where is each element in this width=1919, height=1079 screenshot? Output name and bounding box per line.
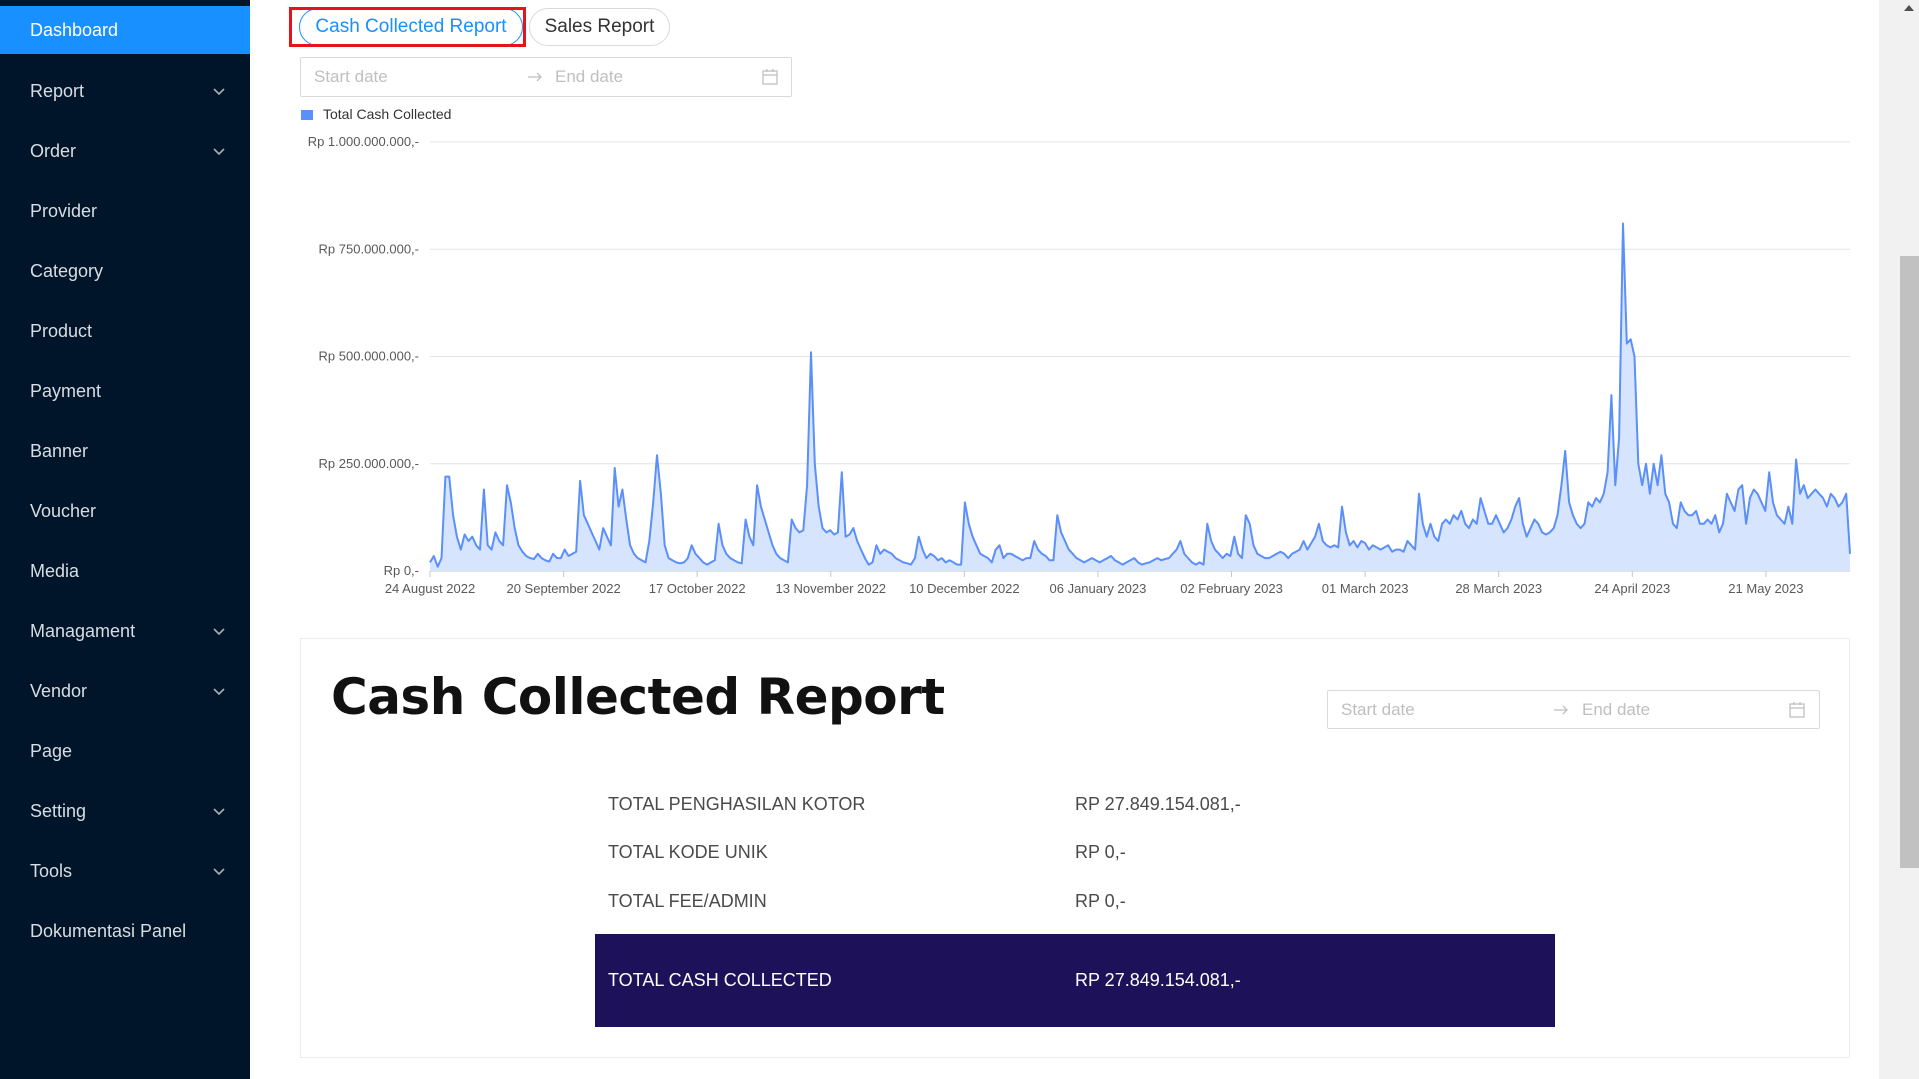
end-date-input[interactable]: End date [1582,691,1650,728]
sidebar-item-dokumentasi-panel[interactable]: Dokumentasi Panel [0,906,250,956]
sidebar-item-label: Order [30,140,77,161]
chevron-down-icon [213,868,225,876]
end-date-input[interactable]: End date [555,58,623,96]
x-tick-label: 01 March 2023 [1322,581,1409,596]
x-tick-label: 24 August 2022 [385,581,475,596]
total-label: TOTAL CASH COLLECTED [608,970,832,990]
chevron-down-icon [213,88,225,96]
sidebar-item-label: Dashboard [30,19,119,40]
chart-date-range-picker[interactable]: Start date End date [300,57,792,97]
chart-svg: Total Cash Collected Rp 0,- Rp 250.000.000… [301,106,1851,596]
sidebar-item-label: Setting [30,800,87,821]
sidebar: Dashboard Report Order Provider Category… [0,0,250,1079]
summary-value-kode-unik: RP 0,- [1075,842,1126,862]
sidebar-item-label: Voucher [30,500,97,521]
summary-value-penghasilan-kotor: RP 27.849.154.081,- [1075,794,1241,814]
tab-label: Cash Collected Report [315,16,507,37]
sidebar-item-vendor[interactable]: Vendor [0,666,250,716]
x-tick-label: 24 April 2023 [1594,581,1670,596]
sidebar-item-order[interactable]: Order [0,126,250,176]
sidebar-item-label: Report [30,80,85,101]
vertical-scrollbar[interactable] [1879,0,1919,1079]
total-cash-collected-bar: TOTAL CASH COLLECTED RP 27.849.154.081,- [595,934,1555,1027]
sidebar-item-label: Product [30,320,93,341]
sidebar-item-report[interactable]: Report [0,66,250,116]
legend-label: Total Cash Collected [323,106,451,122]
sidebar-item-label: Tools [30,860,73,881]
chevron-down-icon [213,808,225,816]
sidebar-item-setting[interactable]: Setting [0,786,250,836]
calendar-icon [1789,701,1805,718]
calendar-icon [762,69,778,85]
sidebar-item-dashboard[interactable]: Dashboard [0,6,250,54]
y-tick-label: Rp 0,- [384,563,419,578]
sidebar-item-banner[interactable]: Banner [0,426,250,476]
sidebar-item-voucher[interactable]: Voucher [0,486,250,536]
sidebar-item-provider[interactable]: Provider [0,186,250,236]
chevron-down-icon [213,148,225,156]
sidebar-item-label: Banner [30,440,89,461]
tab-cash-collected-report[interactable]: Cash Collected Report [299,8,523,46]
sidebar-item-label: Category [30,260,104,281]
start-date-input[interactable]: Start date [1341,691,1415,728]
page-title: Cash Collected Report [331,668,945,726]
sidebar-item-label: Vendor [30,680,88,701]
x-tick-label: 06 January 2023 [1050,581,1147,596]
x-tick-label: 13 November 2022 [775,581,886,596]
sidebar-item-managament[interactable]: Managament [0,606,250,656]
sidebar-item-label: Page [30,740,73,761]
y-tick-label: Rp 750.000.000,- [319,241,419,256]
summary-value-fee-admin: RP 0,- [1075,891,1126,911]
sidebar-item-payment[interactable]: Payment [0,366,250,416]
y-tick-label: Rp 500.000.000,- [319,349,419,364]
arrow-right-icon [1554,705,1568,714]
series-area [430,223,1850,571]
tab-label: Sales Report [544,16,655,37]
summary-label-fee-admin: TOTAL FEE/ADMIN [608,891,767,911]
sidebar-item-label: Managament [30,620,136,641]
chevron-down-icon [213,688,225,696]
x-tick-label: 02 February 2023 [1180,581,1283,596]
sidebar-item-category[interactable]: Category [0,246,250,296]
sidebar-item-page[interactable]: Page [0,726,250,776]
start-date-input[interactable]: Start date [314,58,388,96]
sidebar-item-label: Media [30,560,80,581]
triangle-up-icon[interactable] [1903,4,1915,12]
x-tick-label: 17 October 2022 [649,581,746,596]
total-value: RP 27.849.154.081,- [1075,970,1241,990]
arrow-right-icon [528,72,542,82]
summary-label-kode-unik: TOTAL KODE UNIK [608,842,768,862]
sidebar-item-product[interactable]: Product [0,306,250,356]
x-tick-label: 20 September 2022 [506,581,620,596]
x-tick-label: 21 May 2023 [1728,581,1803,596]
report-date-range-picker[interactable]: Start date End date [1327,690,1820,729]
chevron-down-icon [213,628,225,636]
summary-label-penghasilan-kotor: TOTAL PENGHASILAN KOTOR [608,794,866,814]
x-tick-label: 10 December 2022 [909,581,1020,596]
legend-swatch [301,110,313,120]
scrollbar-thumb[interactable] [1900,256,1919,868]
sidebar-item-media[interactable]: Media [0,546,250,596]
sidebar-item-label: Payment [30,380,102,401]
sidebar-item-tools[interactable]: Tools [0,846,250,896]
x-tick-label: 28 March 2023 [1455,581,1542,596]
y-tick-label: Rp 1.000.000.000,- [308,134,419,149]
tab-sales-report[interactable]: Sales Report [529,8,670,46]
sidebar-item-label: Provider [30,200,98,221]
y-tick-label: Rp 250.000.000,- [319,456,419,471]
sidebar-item-label: Dokumentasi Panel [30,920,187,941]
cash-collected-chart: Total Cash Collected Rp 0,- Rp 250.000.000… [280,100,1880,610]
